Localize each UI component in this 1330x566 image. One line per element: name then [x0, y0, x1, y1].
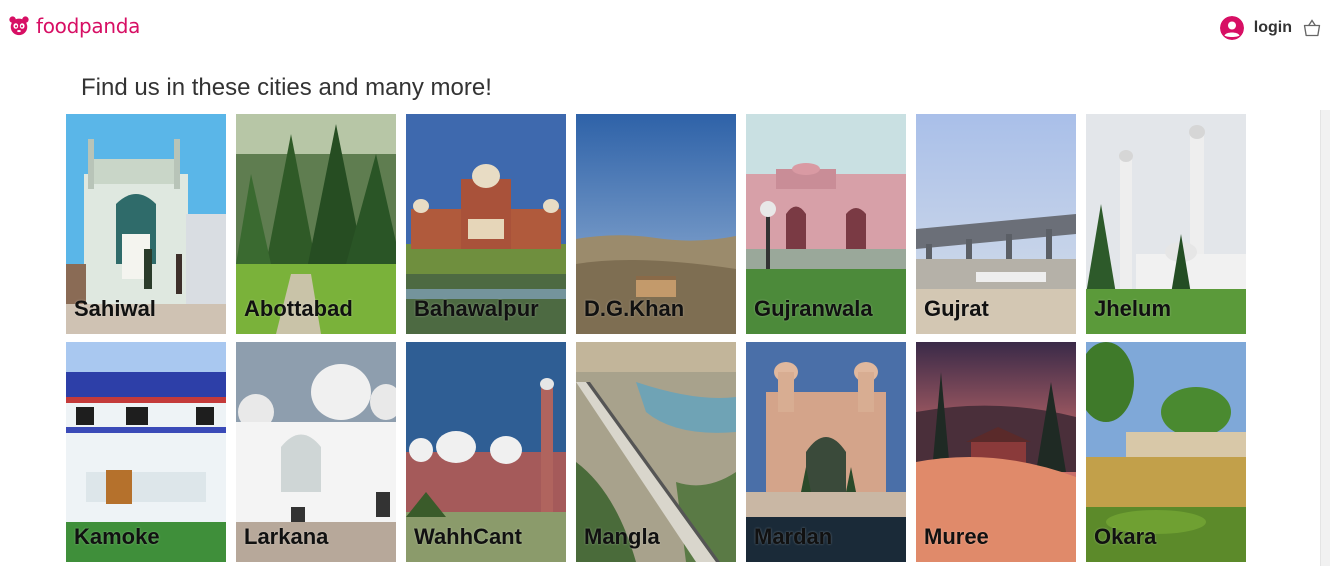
page-scrollbar[interactable] [1320, 110, 1330, 566]
city-card-dg-khan[interactable]: D.G.Khan [576, 114, 736, 334]
panda-logo-icon [9, 16, 29, 36]
city-label: Okara [1094, 524, 1157, 549]
city-label: Kamoke [74, 524, 160, 549]
city-card-bahawalpur[interactable]: Bahawalpur [406, 114, 566, 334]
city-card-sahiwal[interactable]: Sahiwal [66, 114, 226, 334]
city-grid: Sahiwal Abottabad Bahawalpur D.G.Khan Gu… [66, 114, 1246, 562]
city-card-wahhcant[interactable]: WahhCant [406, 342, 566, 562]
brand-name: foodpanda [36, 14, 141, 38]
user-circle-icon[interactable] [1219, 16, 1244, 40]
city-card-abottabad[interactable]: Abottabad [236, 114, 396, 334]
foodpanda-logo[interactable]: foodpanda [8, 14, 140, 38]
city-card-gujrat[interactable]: Gujrat [916, 114, 1076, 334]
city-label: Larkana [244, 524, 329, 549]
city-card-jhelum[interactable]: Jhelum [1086, 114, 1246, 334]
city-card-okara[interactable]: Okara [1086, 342, 1246, 562]
page-heading: Find us in these cities and many more! [81, 74, 492, 101]
top-navbar: foodpanda login [0, 0, 1330, 58]
city-label: Abottabad [244, 296, 353, 321]
header-actions: login [1219, 16, 1322, 40]
city-label: Gujrat [924, 296, 989, 321]
city-label: Gujranwala [754, 296, 873, 321]
shopping-basket-icon[interactable] [1302, 18, 1322, 38]
city-card-muree[interactable]: Muree [916, 342, 1076, 562]
city-label: Mardan [754, 524, 833, 549]
city-card-mangla[interactable]: Mangla [576, 342, 736, 562]
city-label: D.G.Khan [584, 296, 685, 321]
city-label: WahhCant [414, 524, 522, 549]
city-label: Jhelum [1094, 296, 1172, 321]
city-label: Muree [924, 524, 989, 549]
login-button[interactable]: login [1254, 19, 1292, 37]
city-label: Sahiwal [74, 296, 156, 321]
city-card-gujranwala[interactable]: Gujranwala [746, 114, 906, 334]
city-card-larkana[interactable]: Larkana [236, 342, 396, 562]
city-card-mardan[interactable]: Mardan [746, 342, 906, 562]
city-label: Bahawalpur [414, 296, 539, 321]
city-card-kamoke[interactable]: Kamoke [66, 342, 226, 562]
city-label: Mangla [584, 524, 660, 549]
